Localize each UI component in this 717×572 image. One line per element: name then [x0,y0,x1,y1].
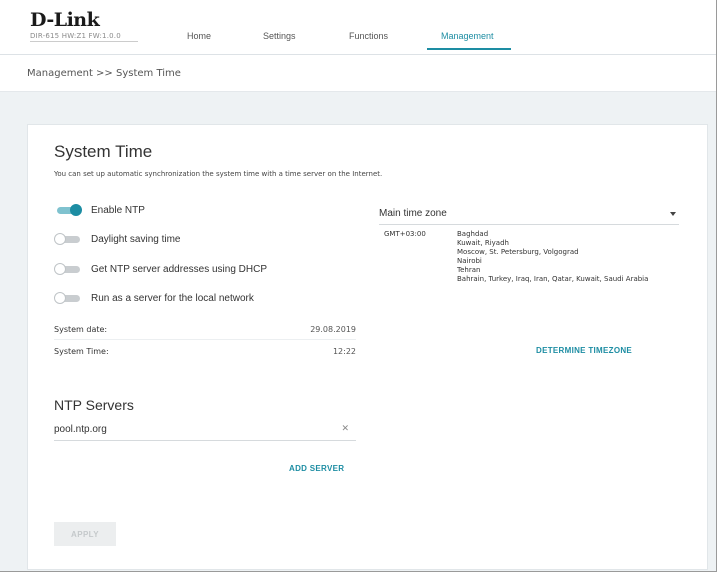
timezone-select[interactable]: Main time zone [379,204,679,225]
close-icon[interactable]: ✕ [341,424,349,434]
system-time-card: System Time You can set up automatic syn… [27,124,708,570]
toggle-switch-off[interactable] [54,263,82,275]
daylight-saving-label: Daylight saving time [91,233,181,245]
timezone-offset: GMT+03:00 [384,230,426,238]
breadcrumb: Management >> System Time [27,68,181,79]
ntp-server-value[interactable]: pool.ntp.org [54,424,107,435]
timezone-city: Bahrain, Turkey, Iraq, Iran, Qatar, Kuwa… [457,274,649,283]
toggle-switch-on[interactable] [54,204,82,216]
apply-button[interactable]: APPLY [54,522,116,546]
timezone-city: Nairobi [457,256,482,265]
system-time-label: System Time: [54,347,109,356]
nav-home[interactable]: Home [187,31,211,41]
nav-functions[interactable]: Functions [349,31,388,41]
ntp-server-mode-label: Run as a server for the local network [91,292,254,304]
page-title: System Time [54,142,153,161]
dlink-logo: D-Link DIR-615 HW:Z1 FW:1.0.0 [30,11,138,42]
nav-management[interactable]: Management [441,31,494,41]
enable-ntp-label: Enable NTP [91,204,145,216]
ntp-dhcp-toggle[interactable]: Get NTP server addresses using DHCP [54,259,267,279]
timezone-city: Moscow, St. Petersburg, Volgograd [457,247,579,256]
system-date-row: System date: 29.08.2019 [54,320,356,340]
ntp-servers-title: NTP Servers [54,397,134,413]
timezone-city: Kuwait, Riyadh [457,238,509,247]
page-description: You can set up automatic synchronization… [54,170,383,178]
brand-name: D-Link [30,9,100,31]
timezone-select-label: Main time zone [379,208,447,219]
top-header: D-Link DIR-615 HW:Z1 FW:1.0.0 Home Setti… [0,0,716,55]
system-date-value: 29.08.2019 [310,325,356,334]
system-time-value: 12:22 [332,347,356,356]
system-date-label: System date: [54,325,108,334]
add-server-button[interactable]: ADD SERVER [289,464,344,473]
ntp-server-field[interactable]: pool.ntp.org ✕ [54,419,356,441]
hardware-info: DIR-615 HW:Z1 FW:1.0.0 [30,32,138,42]
toggle-switch-off[interactable] [54,292,82,304]
timezone-cities: Baghdad Kuwait, Riyadh Moscow, St. Peter… [457,230,687,283]
breadcrumb-bar: Management >> System Time [0,56,716,92]
timezone-city: Tehran [457,265,481,274]
active-nav-indicator [427,48,511,50]
determine-timezone-button[interactable]: DETERMINE TIMEZONE [536,346,632,355]
ntp-server-mode-toggle[interactable]: Run as a server for the local network [54,288,254,308]
enable-ntp-toggle[interactable]: Enable NTP [54,200,145,220]
daylight-saving-toggle[interactable]: Daylight saving time [54,229,180,249]
nav-settings[interactable]: Settings [263,31,296,41]
toggle-switch-off[interactable] [54,233,82,245]
timezone-city: Baghdad [457,230,489,238]
caret-down-icon [670,212,676,216]
system-time-row: System Time: 12:22 [54,342,356,362]
ntp-dhcp-label: Get NTP server addresses using DHCP [91,263,267,275]
router-admin-window: D-Link DIR-615 HW:Z1 FW:1.0.0 Home Setti… [0,0,717,572]
